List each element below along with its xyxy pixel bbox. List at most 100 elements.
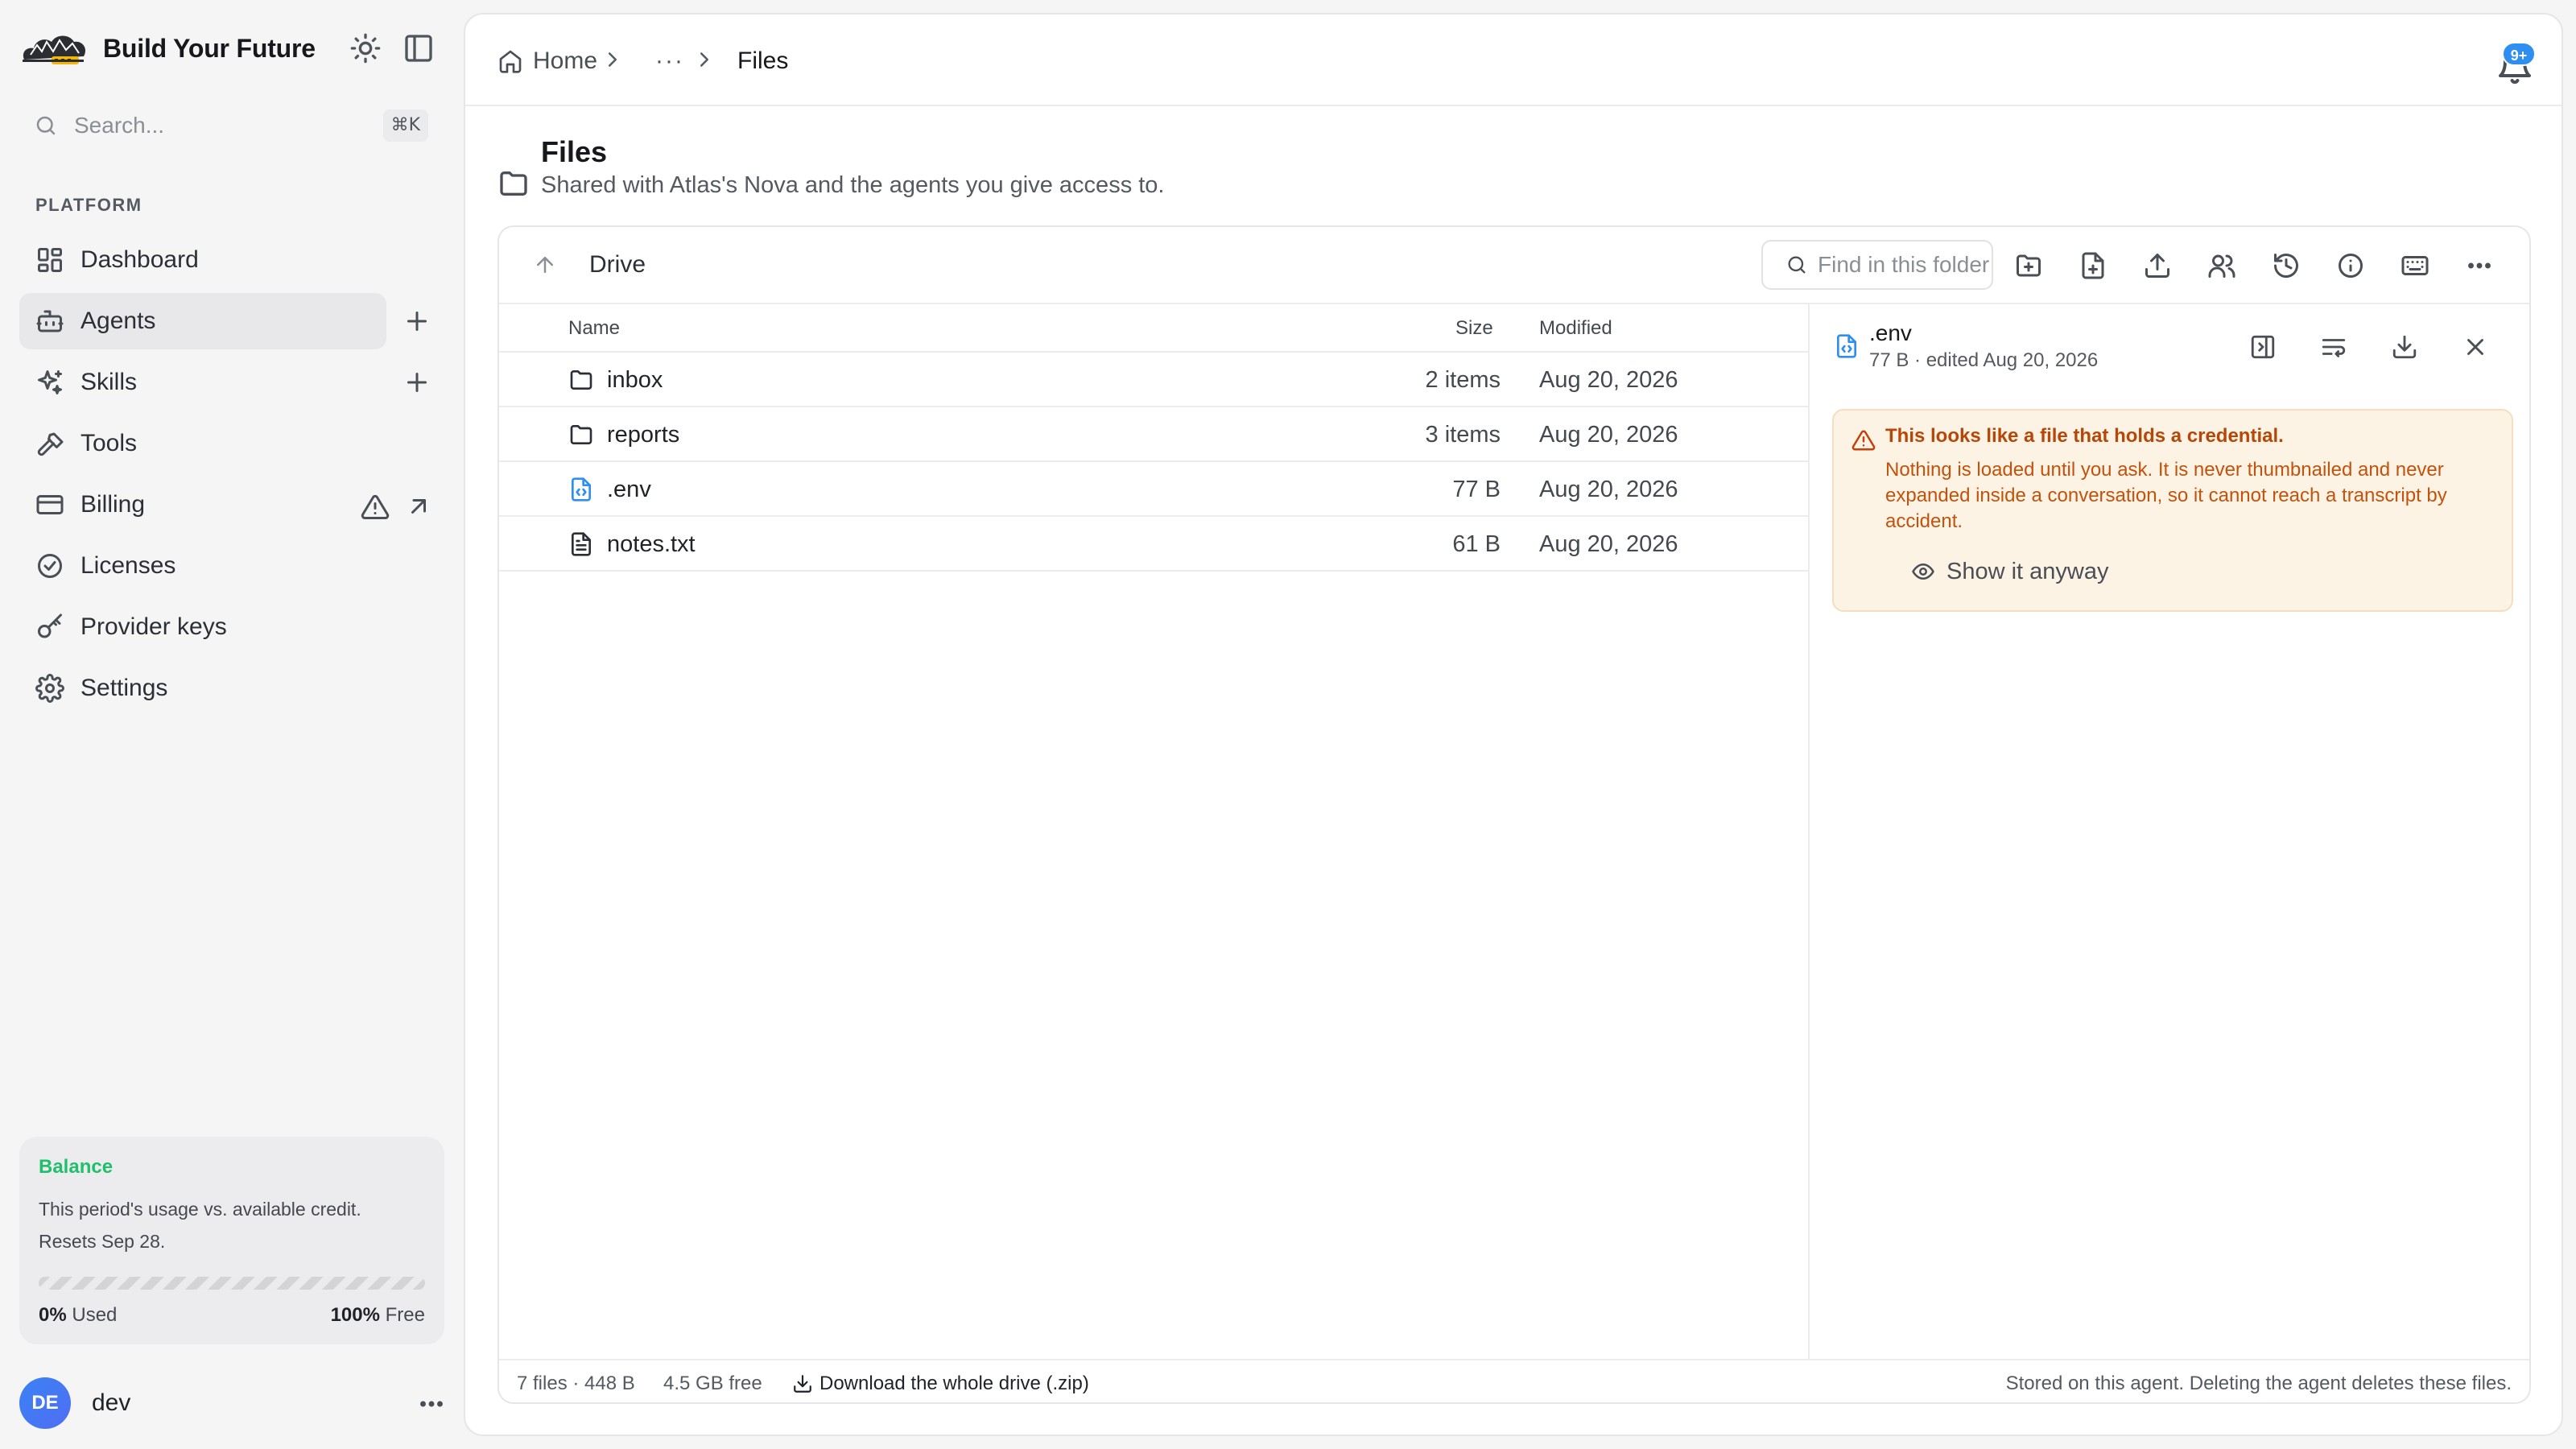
user-menu[interactable]: DE dev — [19, 1377, 446, 1430]
sidebar-item-skills[interactable]: Skills — [19, 354, 446, 411]
breadcrumb-ellipsis[interactable]: ··· — [655, 45, 684, 77]
warning-title: This looks like a file that holds a cred… — [1885, 425, 2284, 447]
search-placeholder: Search... — [74, 113, 165, 138]
folder-icon — [568, 367, 594, 393]
sidebar-toggle-icon[interactable] — [402, 32, 435, 64]
sidebar-item-label: Skills — [80, 369, 138, 395]
topbar: Home ··· Files 9+ — [465, 14, 2562, 106]
file-name: notes.txt — [607, 531, 696, 557]
add-skill-plus-icon[interactable] — [402, 368, 431, 397]
user-name: dev — [92, 1389, 131, 1416]
panel-right-icon[interactable] — [2249, 333, 2277, 361]
balance-usage-row: 0% Used 100% Free — [39, 1304, 425, 1327]
balance-used-label: Used — [72, 1304, 118, 1326]
balance-card: Balance This period's usage vs. availabl… — [19, 1137, 444, 1344]
search-input[interactable]: Search... ⌘K — [19, 105, 433, 147]
share-users-icon[interactable] — [2207, 251, 2236, 280]
column-header-name[interactable]: Name — [568, 317, 620, 340]
file-browser-footer: 7 files · 448 B 4.5 GB free Download the… — [499, 1359, 2529, 1402]
show-it-anyway-label: Show it anyway — [1946, 558, 2109, 584]
new-file-icon[interactable] — [2079, 251, 2107, 280]
upload-icon[interactable] — [2143, 251, 2172, 280]
breadcrumb-home[interactable]: Home — [497, 45, 597, 77]
history-icon[interactable] — [2272, 251, 2301, 280]
bot-icon — [35, 307, 64, 336]
chevron-right-icon — [692, 47, 716, 72]
sidebar-item-dashboard[interactable]: Dashboard — [19, 232, 446, 288]
balance-free: 100% Free — [331, 1304, 425, 1327]
table-row[interactable]: inbox 2 items Aug 20, 2026 — [499, 353, 1808, 407]
search-icon — [34, 114, 58, 138]
add-agent-plus-icon[interactable] — [402, 307, 431, 336]
theme-toggle-sun-icon[interactable] — [349, 32, 382, 64]
section-label-platform: PLATFORM — [35, 195, 142, 215]
key-icon — [35, 613, 64, 642]
dashboard-icon — [35, 246, 64, 275]
info-icon[interactable] — [2336, 251, 2365, 280]
download-icon[interactable] — [2391, 333, 2418, 361]
sidebar-item-label: Provider keys — [80, 613, 227, 640]
table-row[interactable]: .env 77 B Aug 20, 2026 — [499, 462, 1808, 517]
close-icon[interactable] — [2462, 333, 2489, 361]
file-size: 77 B — [1452, 477, 1501, 502]
file-size: 2 items — [1425, 367, 1501, 393]
file-name: .env — [607, 477, 651, 502]
credential-warning: This looks like a file that holds a cred… — [1832, 409, 2513, 612]
balance-description: This period's usage vs. available credit… — [39, 1199, 361, 1252]
sidebar-item-licenses[interactable]: Licenses — [19, 538, 446, 594]
chevron-right-icon — [601, 47, 625, 72]
external-link-arrow-icon[interactable] — [404, 492, 433, 521]
more-horizontal-icon[interactable] — [417, 1389, 446, 1418]
sidebar-item-agents[interactable]: Agents — [19, 293, 427, 349]
sidebar-item-label: Tools — [80, 430, 138, 456]
main-panel: Home ··· Files 9+ Files Shared with Atla… — [464, 13, 2563, 1436]
sidebar-item-tools[interactable]: Tools — [19, 415, 446, 472]
sidebar-item-settings[interactable]: Settings — [19, 660, 446, 716]
brand-logo-icon — [19, 24, 89, 72]
search-icon — [1785, 254, 1808, 276]
column-header-size[interactable]: Size — [1455, 317, 1493, 340]
keyboard-icon[interactable] — [2401, 251, 2429, 280]
file-browser-toolbar: Drive Find in this folder — [499, 227, 2529, 304]
column-header-modified[interactable]: Modified — [1539, 317, 1612, 340]
sidebar-item-label: Dashboard — [80, 246, 199, 273]
sidebar-item-provider-keys[interactable]: Provider keys — [19, 599, 446, 655]
footer-free-space: 4.5 GB free — [663, 1373, 762, 1394]
file-modified: Aug 20, 2026 — [1539, 367, 1678, 393]
file-size: 3 items — [1425, 422, 1501, 448]
detail-file-name: .env — [1869, 320, 1912, 345]
table-row[interactable]: notes.txt 61 B Aug 20, 2026 — [499, 517, 1808, 572]
find-in-folder-input[interactable]: Find in this folder — [1761, 240, 1993, 290]
breadcrumb-home-label: Home — [533, 47, 598, 74]
file-browser: Drive Find in this folder Name Size Modi… — [497, 225, 2531, 1404]
sidebar-item-billing[interactable]: Billing — [19, 477, 446, 533]
arrow-up-icon[interactable] — [533, 253, 557, 277]
wrap-text-icon[interactable] — [2320, 333, 2347, 361]
sidebar-item-label: Settings — [80, 675, 168, 701]
balance-free-label: Free — [385, 1304, 425, 1326]
notification-badge: 9+ — [2502, 42, 2536, 66]
new-folder-icon[interactable] — [2014, 251, 2043, 280]
balance-free-pct: 100% — [330, 1304, 380, 1326]
sidebar-item-label: Agents — [80, 308, 156, 334]
page-subtitle: Shared with Atlas's Nova and the agents … — [541, 172, 1165, 198]
download-drive-button[interactable]: Download the whole drive (.zip) — [786, 1373, 1089, 1395]
file-modified: Aug 20, 2026 — [1539, 422, 1678, 448]
file-name: reports — [607, 422, 680, 448]
table-row[interactable]: reports 3 items Aug 20, 2026 — [499, 407, 1808, 462]
search-shortcut: ⌘K — [382, 109, 428, 142]
file-name: inbox — [607, 367, 663, 393]
warning-triangle-icon — [1852, 428, 1876, 452]
more-horizontal-icon[interactable] — [2465, 251, 2494, 280]
detail-file-meta: 77 B · edited Aug 20, 2026 — [1869, 349, 2099, 371]
eye-icon — [1911, 559, 1935, 584]
avatar: DE — [19, 1377, 71, 1429]
badge-check-icon — [35, 551, 64, 580]
page-title: Files — [541, 135, 608, 168]
folder-icon — [568, 422, 594, 448]
brand[interactable]: Build Your Future — [19, 23, 316, 74]
show-it-anyway-button[interactable]: Show it anyway — [1900, 552, 2109, 591]
folder-icon — [497, 167, 530, 200]
download-drive-label: Download the whole drive (.zip) — [819, 1373, 1089, 1394]
gear-icon — [35, 674, 64, 703]
